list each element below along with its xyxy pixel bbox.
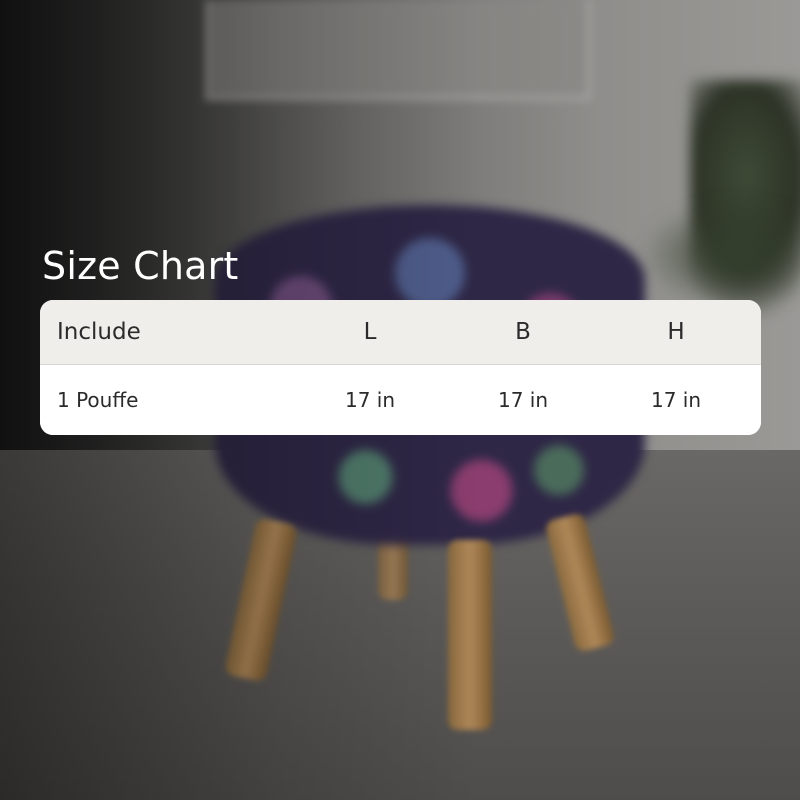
header-length: L <box>363 319 377 345</box>
table-row: 1 Pouffe 17 in 17 in 17 in <box>40 365 761 435</box>
header-breadth: B <box>515 319 531 345</box>
table-header-row: Include L B H <box>40 300 761 365</box>
cell-breadth: 17 in <box>497 388 549 412</box>
header-height: H <box>667 319 685 345</box>
cell-height: 17 in <box>650 388 702 412</box>
cell-include: 1 Pouffe <box>57 388 139 412</box>
cell-length: 17 in <box>344 388 396 412</box>
header-include: Include <box>57 319 141 345</box>
size-table: Include L B H 1 Pouffe 17 in 17 in 17 in <box>40 300 761 435</box>
page-title: Size Chart <box>42 244 239 288</box>
